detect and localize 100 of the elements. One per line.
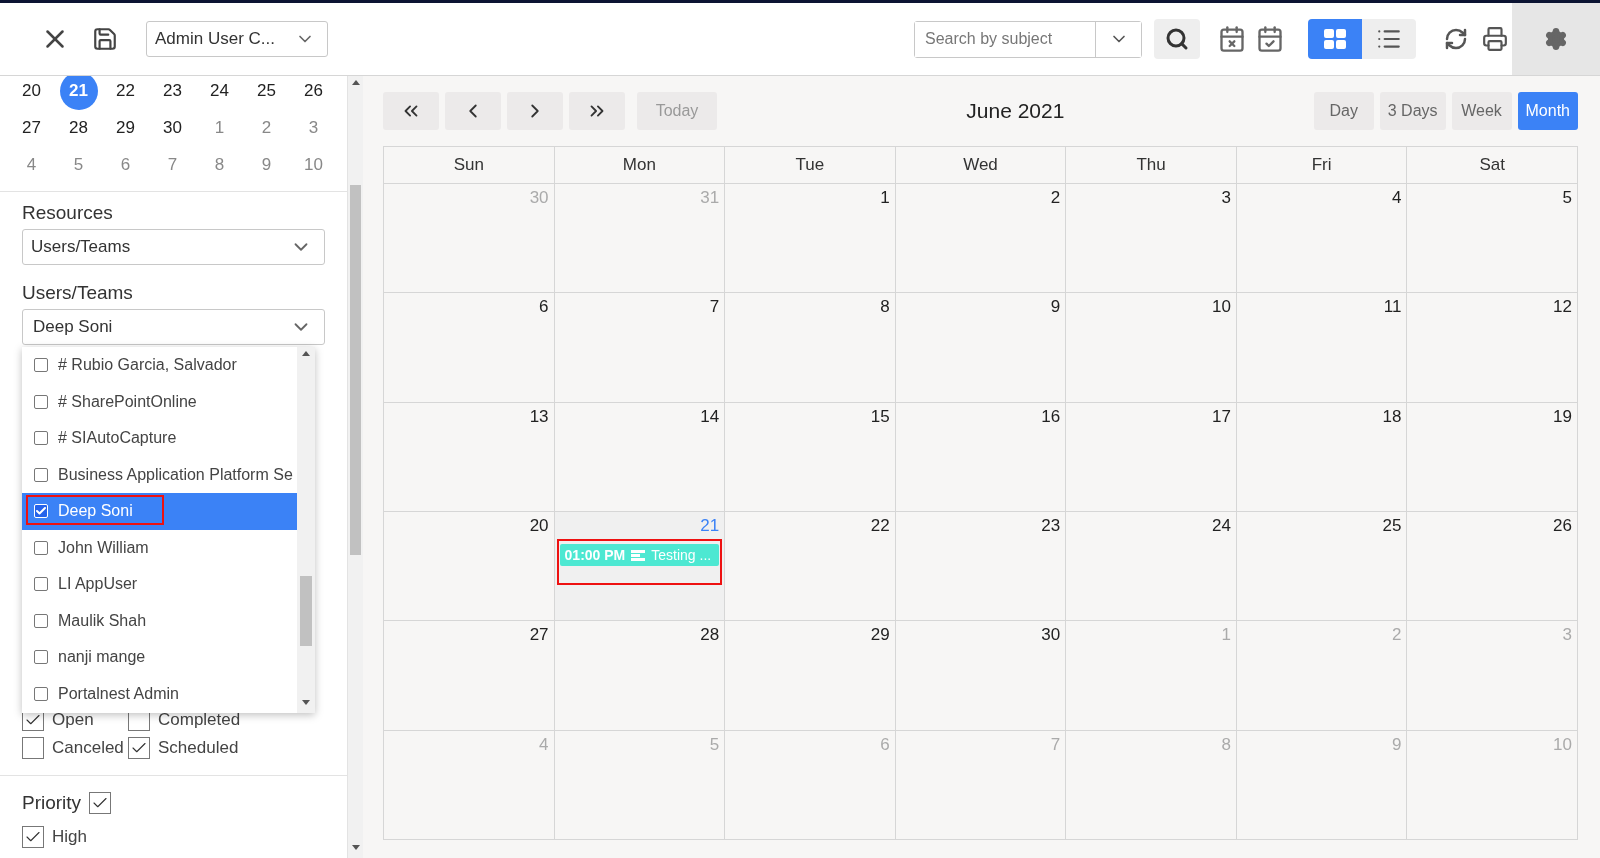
settings-button[interactable] xyxy=(1512,3,1600,75)
day-cell[interactable]: 16 xyxy=(895,402,1067,512)
day-cell[interactable]: 5 xyxy=(1407,184,1578,294)
day-number: 18 xyxy=(1382,406,1402,427)
option-checkbox[interactable] xyxy=(34,358,48,373)
scroll-up-arrow-icon[interactable] xyxy=(351,80,360,85)
user-option[interactable]: # Rubio Garcia, Salvador xyxy=(22,347,297,384)
day-cell[interactable]: 7 xyxy=(554,293,726,403)
day-cell[interactable]: 20 xyxy=(384,512,555,622)
list-view-button[interactable] xyxy=(1362,19,1416,59)
scroll-down-arrow-icon[interactable] xyxy=(302,700,310,705)
view-select[interactable]: Admin User C... xyxy=(146,21,328,57)
day-cell[interactable]: 10 xyxy=(1066,293,1237,403)
mini-calendar-day[interactable]: 25 xyxy=(247,76,286,110)
day-number: 1 xyxy=(880,188,890,208)
mini-calendar-day[interactable]: 5 xyxy=(59,145,98,184)
first-page-button[interactable] xyxy=(383,92,439,130)
mini-calendar-day[interactable]: 6 xyxy=(106,145,145,184)
search-button[interactable] xyxy=(1154,19,1200,59)
day-cell[interactable]: 1 xyxy=(725,184,896,294)
option-checkbox[interactable] xyxy=(34,431,48,446)
mini-calendar-day[interactable]: 26 xyxy=(294,76,333,110)
day-cell[interactable]: 6 xyxy=(384,293,555,403)
view-tab[interactable]: 3 Days xyxy=(1379,92,1446,130)
search-field[interactable]: Search by subject xyxy=(914,20,1142,58)
option-checkbox[interactable] xyxy=(34,650,48,665)
option-checkbox[interactable] xyxy=(34,394,48,409)
mini-calendar-day[interactable]: 9 xyxy=(247,145,286,184)
mini-calendar-day[interactable]: 1 xyxy=(200,108,239,147)
day-number: 6 xyxy=(880,734,890,755)
person-select[interactable]: Deep Soni xyxy=(22,309,325,345)
mini-calendar-day[interactable]: 29 xyxy=(106,108,145,147)
option-checkbox[interactable] xyxy=(34,686,48,701)
mini-calendar-day[interactable]: 28 xyxy=(59,108,98,147)
mini-calendar-day[interactable]: 10 xyxy=(294,145,333,184)
day-cell[interactable]: 29 xyxy=(725,621,896,731)
day-cell[interactable]: 9 xyxy=(895,293,1067,403)
day-cell[interactable]: 19 xyxy=(1407,402,1578,512)
calendar-title: June 2021 xyxy=(965,99,1066,123)
option-checkbox[interactable] xyxy=(34,577,48,592)
view-tab[interactable]: Week xyxy=(1451,92,1512,130)
day-cell[interactable]: 25 xyxy=(1236,512,1408,622)
day-cell[interactable]: 3 xyxy=(1066,184,1237,294)
day-number: 8 xyxy=(880,297,890,318)
mini-calendar-day[interactable]: 24 xyxy=(200,76,239,110)
last-page-button[interactable] xyxy=(569,92,625,130)
weekday-header: Thu xyxy=(1066,147,1237,184)
mini-calendar-day[interactable]: 30 xyxy=(153,108,192,147)
status-checkbox[interactable] xyxy=(22,737,44,759)
mini-calendar-day[interactable]: 22 xyxy=(106,76,145,110)
day-cell[interactable]: 2 xyxy=(895,184,1067,294)
scrollbar-thumb[interactable] xyxy=(299,576,313,646)
sidebar-scrollbar[interactable] xyxy=(347,76,363,858)
option-checkbox[interactable] xyxy=(34,613,48,628)
grid-view-button[interactable] xyxy=(1308,19,1362,59)
day-cell[interactable]: 12 xyxy=(1407,293,1578,403)
mini-calendar-day[interactable]: 4 xyxy=(12,145,51,184)
day-cell[interactable]: 28 xyxy=(554,621,726,731)
users-teams-label: Users/Teams xyxy=(22,282,134,304)
priority-checkbox[interactable] xyxy=(22,826,44,848)
day-cell[interactable]: 15 xyxy=(725,402,896,512)
mini-calendar-day[interactable]: 3 xyxy=(294,108,333,147)
priority-checkbox[interactable] xyxy=(89,792,112,814)
mini-calendar-day[interactable]: 2 xyxy=(247,108,286,147)
day-cell[interactable]: 27 xyxy=(384,621,555,731)
day-number: 24 xyxy=(1211,516,1231,536)
priority-option-label: High xyxy=(52,827,87,847)
day-number: 9 xyxy=(1391,734,1402,755)
view-tab[interactable]: Day xyxy=(1313,92,1374,130)
checkmark-icon xyxy=(35,505,47,518)
scroll-up-arrow-icon[interactable] xyxy=(302,351,310,356)
mini-calendar-day[interactable]: 23 xyxy=(153,76,192,110)
day-cell[interactable]: 13 xyxy=(384,402,555,512)
option-checkbox[interactable] xyxy=(34,540,48,555)
day-cell[interactable]: 30 xyxy=(895,621,1067,731)
user-option[interactable]: Deep Soni xyxy=(22,493,297,530)
option-checkbox[interactable] xyxy=(34,467,48,482)
day-cell[interactable]: 23 xyxy=(895,512,1067,622)
day-cell[interactable]: 11 xyxy=(1236,293,1408,403)
dropdown-scrollbar[interactable] xyxy=(297,347,315,713)
mini-calendar-day[interactable]: 7 xyxy=(153,145,192,184)
mini-calendar-day[interactable]: 8 xyxy=(200,145,239,184)
day-cell[interactable]: 4 xyxy=(1236,184,1408,294)
day-cell[interactable]: 22 xyxy=(725,512,896,622)
day-number: 5 xyxy=(1562,188,1572,208)
day-cell[interactable]: 8 xyxy=(725,293,896,403)
scrollbar-thumb[interactable] xyxy=(350,185,361,555)
mini-calendar-day[interactable]: 21 xyxy=(59,76,98,110)
resources-select[interactable]: Users/Teams xyxy=(22,229,325,265)
day-cell[interactable]: 18 xyxy=(1236,402,1408,512)
status-checkbox[interactable] xyxy=(128,737,150,759)
day-number: 23 xyxy=(1041,516,1061,536)
mini-calendar-day[interactable]: 20 xyxy=(12,76,51,110)
status-label: Completed xyxy=(158,710,241,730)
day-cell[interactable]: 24 xyxy=(1066,512,1237,622)
day-cell[interactable]: 26 xyxy=(1407,512,1578,622)
view-tab[interactable]: Month xyxy=(1517,92,1578,130)
day-cell[interactable]: 17 xyxy=(1066,402,1237,512)
mini-calendar-day[interactable]: 27 xyxy=(12,108,51,147)
scroll-down-arrow-icon[interactable] xyxy=(351,845,360,850)
